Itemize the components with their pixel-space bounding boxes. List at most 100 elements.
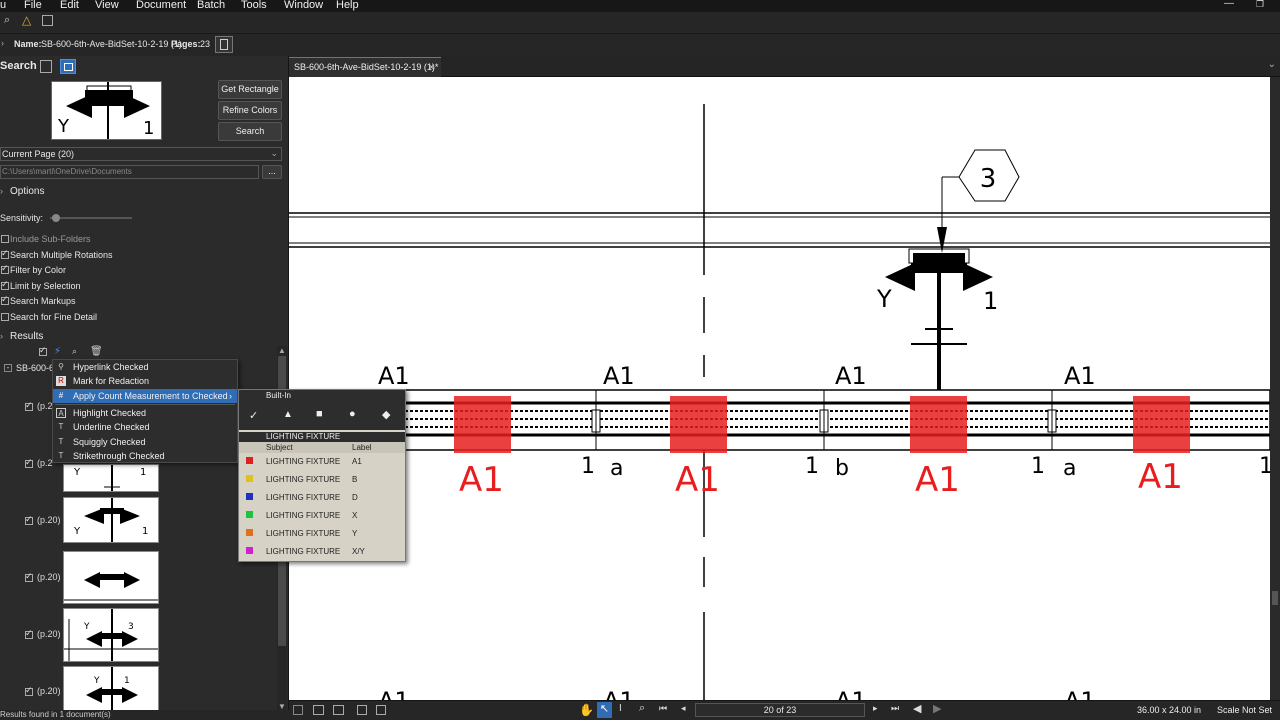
sync-icon[interactable] <box>357 705 367 715</box>
tab-list-chevron-icon[interactable]: ⌄ <box>1268 59 1276 70</box>
count-markup[interactable] <box>1133 396 1190 453</box>
crop-icon[interactable] <box>376 705 386 715</box>
document-canvas[interactable]: 3 Y 1 A1 A1 A1 A1 A1 A1 A1 A1 1 a 1 b 1 … <box>289 77 1270 700</box>
continuous-icon[interactable] <box>333 705 344 715</box>
limit-selection-checkbox[interactable] <box>1 279 9 290</box>
results-expand-icon[interactable]: › <box>0 331 3 341</box>
square-shape-icon[interactable]: ■ <box>316 408 323 420</box>
text-search-icon[interactable] <box>40 60 52 73</box>
result-checkbox[interactable] <box>25 628 33 639</box>
previous-page-icon[interactable]: ◂ <box>681 703 686 714</box>
forward-icon[interactable]: ▶ <box>933 702 941 715</box>
next-page-icon[interactable]: ▸ <box>873 703 878 714</box>
menu-item-edit[interactable]: Edit <box>60 0 79 11</box>
count-tool-row[interactable]: LIGHTING FIXTURE X/Y <box>239 544 405 561</box>
refine-colors-button[interactable]: Refine Colors <box>218 101 282 120</box>
strikethrough-icon: T <box>58 451 64 460</box>
slider-handle[interactable] <box>52 214 60 222</box>
single-page-icon[interactable] <box>293 705 303 715</box>
pan-hand-icon[interactable]: ✋ <box>579 703 594 717</box>
get-rectangle-button[interactable]: Get Rectangle <box>218 80 282 99</box>
count-markup[interactable] <box>910 396 967 453</box>
count-tool-row[interactable]: LIGHTING FIXTURE X <box>239 508 405 525</box>
options-expand-icon[interactable]: › <box>0 186 3 196</box>
menu-item-view[interactable]: View <box>95 0 119 11</box>
result-checkbox[interactable] <box>25 457 33 468</box>
result-checkbox[interactable] <box>25 514 33 525</box>
result-thumbnail[interactable]: Y1 <box>63 497 159 543</box>
tree-collapse-icon[interactable]: - <box>4 364 12 372</box>
menu-item-apply-count[interactable]: # Apply Count Measurement to Checked › <box>53 389 237 403</box>
folder-path-input[interactable]: C:\Users\marti\OneDrive\Documents <box>0 165 259 179</box>
count-markup[interactable] <box>670 396 727 453</box>
count-tool-row[interactable]: LIGHTING FIXTURE B <box>239 472 405 489</box>
document-scrollbar[interactable] <box>1270 77 1280 700</box>
menu-item-document[interactable]: Document <box>136 0 186 11</box>
result-thumbnail[interactable] <box>63 551 159 604</box>
circle-shape-icon[interactable]: ● <box>349 408 356 420</box>
scroll-up-icon[interactable]: ▲ <box>278 346 286 355</box>
two-page-icon[interactable] <box>313 705 324 715</box>
menu-item-tools[interactable]: Tools <box>241 0 267 11</box>
select-icon[interactable] <box>42 15 53 26</box>
triangle-shape-icon[interactable]: ▲ <box>283 409 293 420</box>
bell-icon[interactable]: △ <box>22 13 31 27</box>
collapse-arrow-icon[interactable]: › <box>1 38 4 48</box>
filter-color-checkbox[interactable] <box>1 263 9 274</box>
sensitivity-slider[interactable] <box>50 214 132 222</box>
browse-button[interactable]: ... <box>262 165 282 179</box>
include-subfolders-checkbox[interactable] <box>1 235 9 243</box>
zoom-icon[interactable]: ⌕ <box>72 346 77 357</box>
tree-root-label[interactable]: SB-600-6 <box>16 363 54 373</box>
menu-item-underline[interactable]: T Underline Checked <box>53 420 237 434</box>
count-tool-row[interactable]: LIGHTING FIXTURE A1 <box>239 454 405 471</box>
paperclip-icon[interactable]: ⌕ <box>4 14 10 27</box>
result-checkbox[interactable] <box>25 400 33 411</box>
select-cursor-icon[interactable]: ↖ <box>597 702 612 718</box>
count-tool-row[interactable]: LIGHTING FIXTURE Y <box>239 526 405 543</box>
search-button[interactable]: Search <box>218 122 282 141</box>
menu-item-squiggly[interactable]: T Squiggly Checked <box>53 435 237 449</box>
restore-icon[interactable]: ❐ <box>1256 0 1264 10</box>
check-shape-icon[interactable]: ✓ <box>249 409 258 422</box>
fine-detail-checkbox[interactable] <box>1 313 9 321</box>
text-select-icon[interactable]: I <box>619 703 622 714</box>
count-label: A1 <box>915 460 960 500</box>
menu-item-highlight[interactable]: A Highlight Checked <box>53 406 237 420</box>
document-properties-icon[interactable] <box>215 36 233 53</box>
menu-item-help[interactable]: Help <box>336 0 359 11</box>
menu-item-batch[interactable]: Batch <box>197 0 225 11</box>
zoom-icon[interactable]: ⌕ <box>639 702 645 715</box>
visual-search-icon[interactable] <box>60 59 76 74</box>
scope-select[interactable]: Current Page (20) ⌄ <box>0 147 282 161</box>
result-checkbox[interactable] <box>25 571 33 582</box>
first-page-icon[interactable]: ⏮ <box>659 703 667 714</box>
trash-icon[interactable]: 🗑 <box>90 346 103 357</box>
multiple-rotations-checkbox[interactable] <box>1 248 9 259</box>
tab-document[interactable]: SB-600-6th-Ave-BidSet-10-2-19 (1)* × <box>289 57 441 77</box>
action-menu-icon[interactable]: ⚡ <box>54 346 61 357</box>
menu-item-hyperlink-checked[interactable]: ⚲ Hyperlink Checked <box>53 360 237 374</box>
result-thumbnail[interactable]: Y1 <box>63 464 159 492</box>
check-all-checkbox[interactable] <box>39 345 47 356</box>
menu-item-app[interactable]: u <box>0 0 6 11</box>
back-icon[interactable]: ◀ <box>913 702 921 715</box>
close-icon[interactable]: × <box>428 58 435 76</box>
result-thumbnail[interactable]: Y3 <box>63 608 159 662</box>
scale-status[interactable]: Scale Not Set <box>1217 705 1272 715</box>
diamond-shape-icon[interactable]: ◆ <box>382 408 390 421</box>
menu-item-mark-redaction[interactable]: R Mark for Redaction <box>53 374 237 388</box>
count-tool-row[interactable]: LIGHTING FIXTURE D <box>239 490 405 507</box>
menu-item-strikethrough[interactable]: T Strikethrough Checked <box>53 449 237 463</box>
menu-item-file[interactable]: File <box>24 0 42 11</box>
result-thumbnail[interactable]: Y1 <box>63 666 159 712</box>
count-markup[interactable] <box>454 396 511 453</box>
result-checkbox[interactable] <box>25 685 33 696</box>
color-swatch-icon <box>246 493 253 500</box>
scroll-thumb[interactable] <box>1272 591 1278 605</box>
search-markups-checkbox[interactable] <box>1 294 9 305</box>
last-page-icon[interactable]: ⏭ <box>891 703 899 714</box>
menu-item-window[interactable]: Window <box>284 0 323 11</box>
page-number-field[interactable]: 20 of 23 <box>695 703 865 717</box>
minimize-icon[interactable]: — <box>1224 0 1234 9</box>
